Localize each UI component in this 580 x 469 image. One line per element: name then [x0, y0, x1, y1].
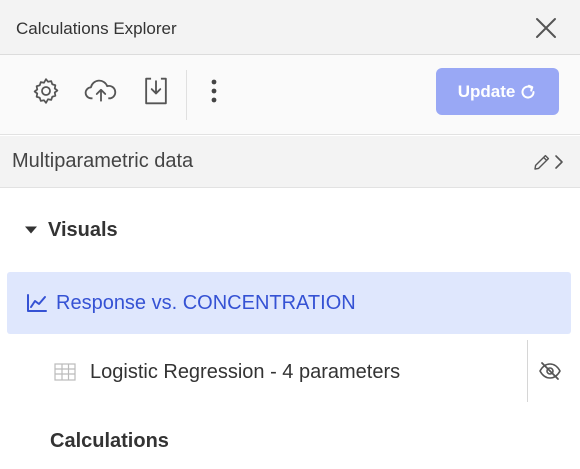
settings-button[interactable]: [28, 73, 64, 109]
more-vertical-icon: [211, 79, 217, 103]
toolbar-divider: [186, 70, 187, 120]
panel-header: Calculations Explorer: [0, 0, 580, 55]
panel-title: Calculations Explorer: [16, 19, 177, 38]
eye-off-icon: [539, 362, 561, 380]
calculation-divider: [527, 340, 528, 402]
close-icon: [536, 18, 556, 38]
visual-item-label: Response vs. CONCENTRATION: [56, 291, 356, 314]
import-button[interactable]: [138, 73, 174, 109]
upload-button[interactable]: [83, 73, 119, 109]
visuals-section-title: Visuals: [48, 218, 118, 241]
calculations-section-title: Calculations: [50, 430, 169, 452]
cloud-upload-icon: [84, 79, 117, 102]
table-icon: [54, 362, 76, 382]
import-icon: [145, 77, 167, 105]
data-source-label: Multiparametric data: [12, 150, 194, 172]
calculation-item[interactable]: Logistic Regression - 4 parameters: [0, 340, 520, 404]
toolbar: Update: [0, 55, 580, 135]
close-button[interactable]: [530, 12, 562, 44]
data-source-row: Multiparametric data: [0, 136, 580, 188]
visual-item[interactable]: Response vs. CONCENTRATION: [7, 272, 571, 334]
caret-down-icon: [25, 226, 37, 234]
update-button[interactable]: Update: [436, 68, 559, 115]
line-chart-icon: [26, 292, 48, 314]
chevron-right-icon: [555, 155, 563, 169]
edit-data-source-button[interactable]: [526, 148, 570, 176]
update-button-label: Update: [457, 81, 516, 101]
visuals-section-toggle[interactable]: Visuals: [24, 216, 118, 244]
pencil-icon: [534, 154, 550, 170]
toggle-visibility-button[interactable]: [535, 357, 565, 385]
refresh-icon: [521, 84, 535, 99]
calculation-item-label: Logistic Regression - 4 parameters: [90, 360, 401, 383]
gear-icon: [33, 78, 59, 104]
more-options-button[interactable]: [196, 73, 232, 109]
